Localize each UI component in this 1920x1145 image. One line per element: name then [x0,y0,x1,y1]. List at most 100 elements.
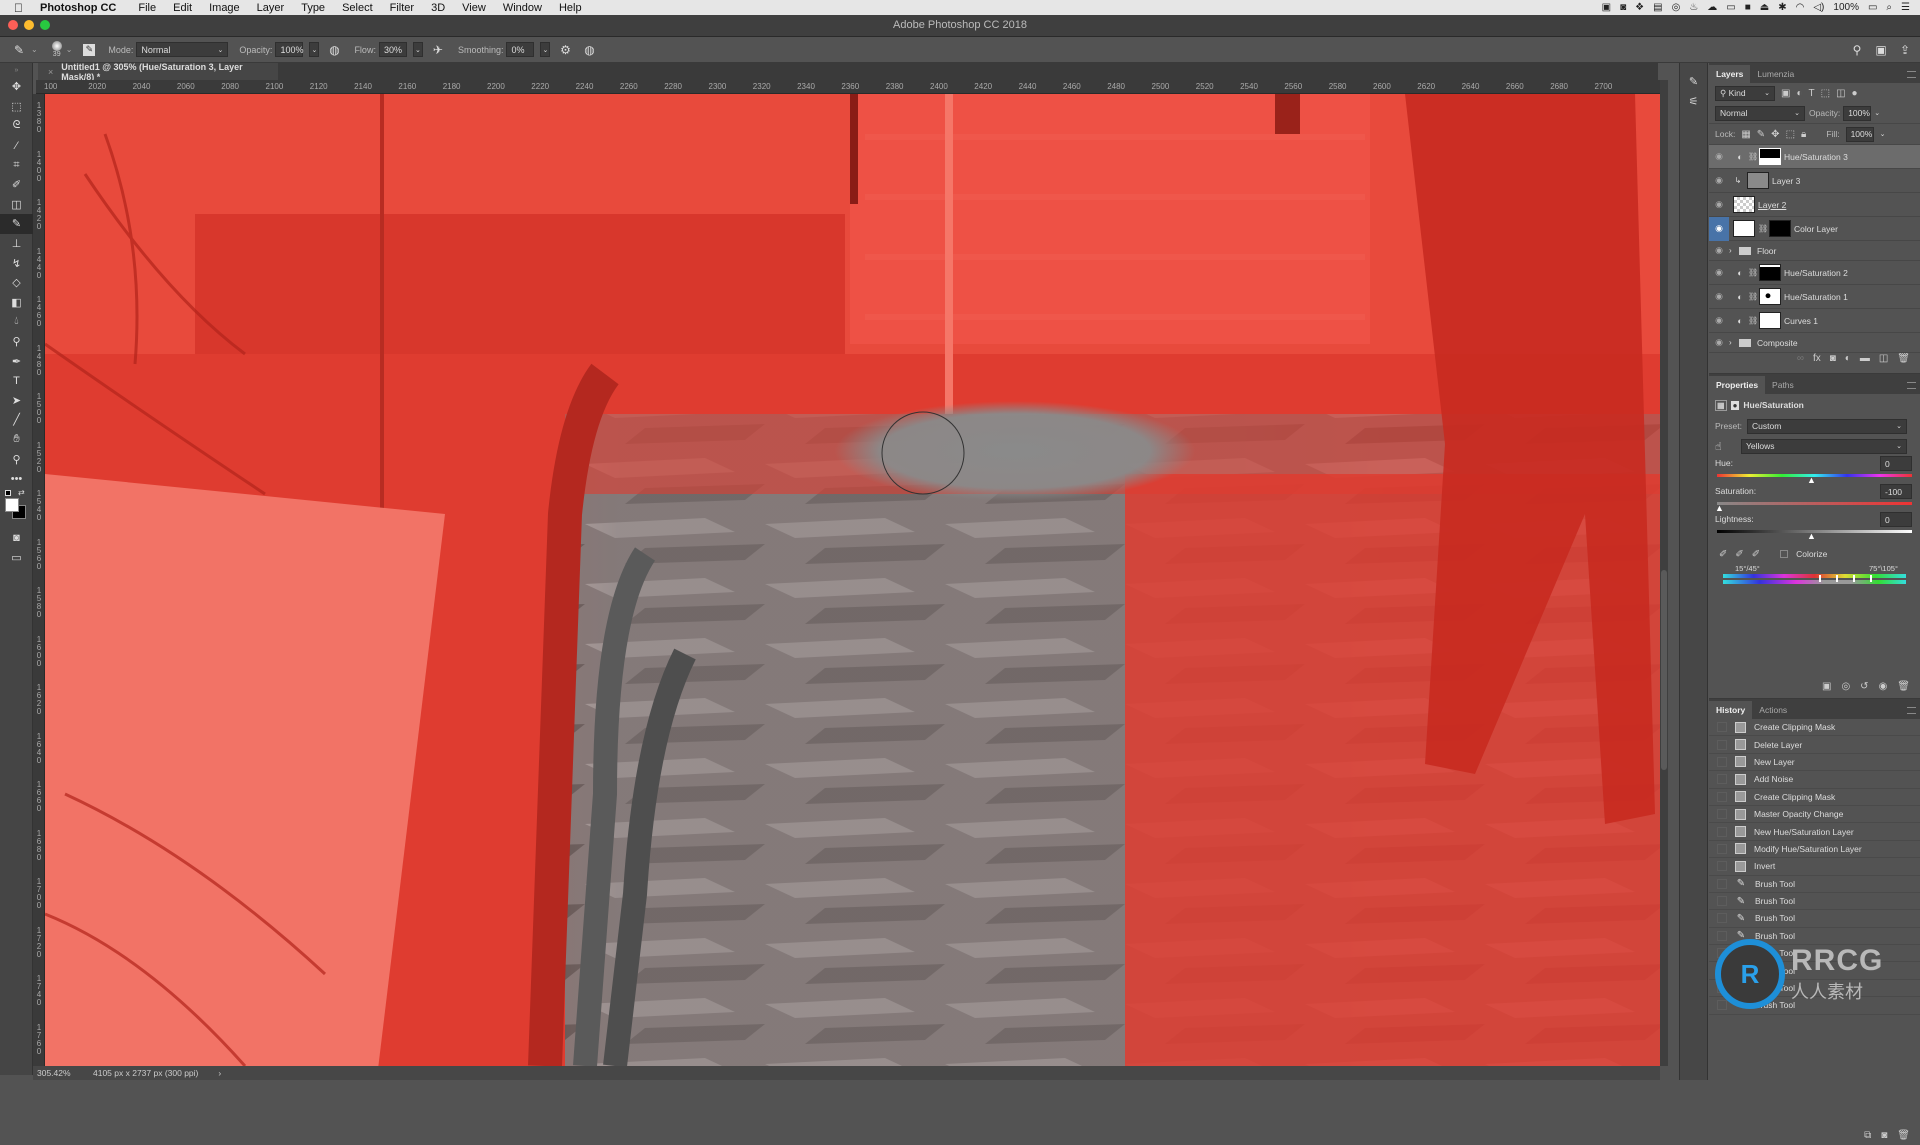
history-source-checkbox[interactable] [1717,809,1727,820]
targeted-adjustment-hand-icon[interactable]: ☝︎ [1715,440,1741,453]
menu-window[interactable]: Window [503,2,542,14]
lightness-input[interactable]: 0 [1880,512,1912,527]
lightness-slider-thumb[interactable]: ▲ [1807,531,1816,541]
mask-properties-icon[interactable]: ● [1730,400,1740,410]
zoom-level[interactable]: 305.42% [37,1068,87,1078]
history-source-checkbox[interactable] [1717,843,1727,854]
wifi-icon[interactable]: ◠ [1796,2,1805,13]
battery-icon[interactable]: ▭ [1868,2,1877,13]
quick-selection-tool-icon[interactable]: ⁄ [0,136,33,156]
monitor-icon[interactable]: ▭ [1726,2,1735,13]
pressure-opacity-icon[interactable]: ◍ [327,43,341,57]
volume-icon[interactable]: ◁) [1813,2,1824,13]
swap-colors-icon[interactable]: ⇄ [18,488,25,497]
new-adjustment-layer-icon[interactable]: ◐ [1845,353,1851,364]
visibility-eye-icon[interactable]: ◉ [1709,241,1729,261]
tab-history[interactable]: History [1709,701,1753,719]
screen-mode-icon[interactable]: ▭ [0,548,33,568]
tab-actions[interactable]: Actions [1752,701,1794,719]
link-icon[interactable]: ⛓︎ [1748,152,1758,161]
screen-record-icon[interactable]: ▣ [1602,2,1611,13]
new-group-icon[interactable]: ▬ [1860,353,1870,364]
link-icon[interactable]: ⛓︎ [1758,224,1768,233]
layer-row[interactable]: ◉ ◐ ⛓︎ Hue/Saturation 3 [1709,145,1920,169]
status-menu-chevron-icon[interactable]: › [218,1068,221,1078]
display-icon[interactable]: ▤ [1653,2,1662,13]
visibility-eye-icon[interactable]: ◉ [1709,309,1729,333]
visibility-eye-icon[interactable]: ◉ [1709,333,1729,353]
flow-input[interactable]: 30% [378,42,407,57]
lock-position-icon[interactable]: ✥ [1771,129,1779,140]
menu-view[interactable]: View [462,2,486,14]
marquee-tool-icon[interactable]: ⬚ [0,97,33,117]
filter-pixel-icon[interactable]: ▣ [1781,88,1790,99]
type-tool-icon[interactable]: T [0,371,33,391]
fill-input[interactable]: 100% [1845,126,1874,142]
mode-select[interactable]: Normal ⌄ [136,42,229,57]
channel-select[interactable]: Yellows ⌄ [1741,438,1907,454]
clone-stamp-tool-icon[interactable]: ⊥ [0,234,33,254]
menu-image[interactable]: Image [209,2,240,14]
history-item[interactable]: ✎ Brush Tool [1709,893,1920,911]
document-tab[interactable]: × Untitled1 @ 305% (Hue/Saturation 3, La… [38,62,278,82]
pen-tool-icon[interactable]: ✒ [0,351,33,371]
history-item[interactable]: ✎ Brush Tool [1709,997,1920,1015]
gradient-tool-icon[interactable]: ◧ [0,293,33,313]
opacity-input[interactable]: 100% [275,42,303,57]
history-item[interactable]: ✎ Brush Tool [1709,945,1920,963]
hand-tool-icon[interactable]: ✋︎ [0,430,33,450]
spotlight-icon[interactable]: ⌕ [1886,2,1892,13]
brush-size-picker[interactable]: 39 [51,41,62,58]
menu-layer[interactable]: Layer [257,2,285,14]
layer-row[interactable]: ◉ ◐ ⛓︎ Hue/Saturation 1 [1709,285,1920,309]
history-source-checkbox[interactable] [1717,739,1727,750]
brush-presets-icon[interactable]: ⚟ [1680,91,1707,111]
expand-group-chevron-icon[interactable]: › [1729,338,1739,347]
adjustment-properties-icon[interactable]: ▦ [1715,399,1727,411]
collapse-toolbar-icon[interactable]: » [0,63,33,77]
tab-properties[interactable]: Properties [1709,376,1766,394]
filter-adjustment-icon[interactable]: ◐ [1796,88,1802,99]
workspace-icon[interactable]: ▣ [1874,43,1888,57]
history-item[interactable]: ✎ Brush Tool [1709,928,1920,946]
layer-row[interactable]: ◉ ◐ ⛓︎ Curves 1 [1709,309,1920,333]
visibility-eye-icon[interactable]: ◉ [1709,261,1729,285]
layer-group-row[interactable]: ◉ › Floor [1709,241,1920,261]
new-snapshot-icon[interactable]: ◙ [1881,1130,1887,1141]
history-brush-tool-icon[interactable]: ↯ [0,253,33,273]
lock-artboard-icon[interactable]: ⬚ [1786,129,1795,140]
history-item[interactable]: New Layer [1709,754,1920,772]
menu-select[interactable]: Select [342,2,373,14]
add-mask-icon[interactable]: ◙ [1830,353,1836,364]
filter-shape-icon[interactable]: ⬚ [1821,88,1830,99]
close-tab-icon[interactable]: × [48,67,53,77]
history-item[interactable]: Master Opacity Change [1709,806,1920,824]
range-handle[interactable] [1819,575,1821,582]
menu-app-name[interactable]: Photoshop CC [40,2,116,14]
view-previous-state-icon[interactable]: ◎ [1841,681,1850,692]
quick-mask-icon[interactable]: ◙ [0,528,33,548]
saturation-input[interactable]: -100 [1880,484,1912,499]
zoom-tool-icon[interactable]: ⚲ [0,449,33,469]
flow-dropdown[interactable]: ⌄ [412,42,423,57]
history-source-checkbox[interactable] [1717,791,1727,802]
eraser-tool-icon[interactable]: ◇ [0,273,33,293]
history-item[interactable]: New Hue/Saturation Layer [1709,823,1920,841]
filter-kind-select[interactable]: ⚲ Kind ⌄ [1715,85,1775,101]
toggle-visibility-icon[interactable]: ◉ [1879,681,1888,692]
gear-icon[interactable]: ⚙ [558,43,572,57]
apple-icon[interactable]:  [14,1,28,15]
layer-row[interactable]: ◉ ◐ ⛓︎ Hue/Saturation 2 [1709,261,1920,285]
fill-thumbnail[interactable] [1733,220,1755,237]
healing-brush-tool-icon[interactable]: ◫ [0,195,33,215]
brush-settings-icon[interactable]: ✎ [1680,71,1707,91]
history-source-checkbox[interactable] [1717,861,1727,872]
default-colors-icon[interactable] [5,490,11,497]
visibility-eye-icon[interactable]: ◉ [1709,216,1729,241]
history-item[interactable]: Create Clipping Mask [1709,719,1920,737]
pressure-size-icon[interactable]: ◍ [582,43,596,57]
more-tools-icon[interactable]: ••• [0,469,33,489]
history-item[interactable]: Invert [1709,858,1920,876]
layer-mask-thumbnail[interactable] [1759,264,1781,281]
app-icon[interactable]: ■ [1745,2,1751,13]
